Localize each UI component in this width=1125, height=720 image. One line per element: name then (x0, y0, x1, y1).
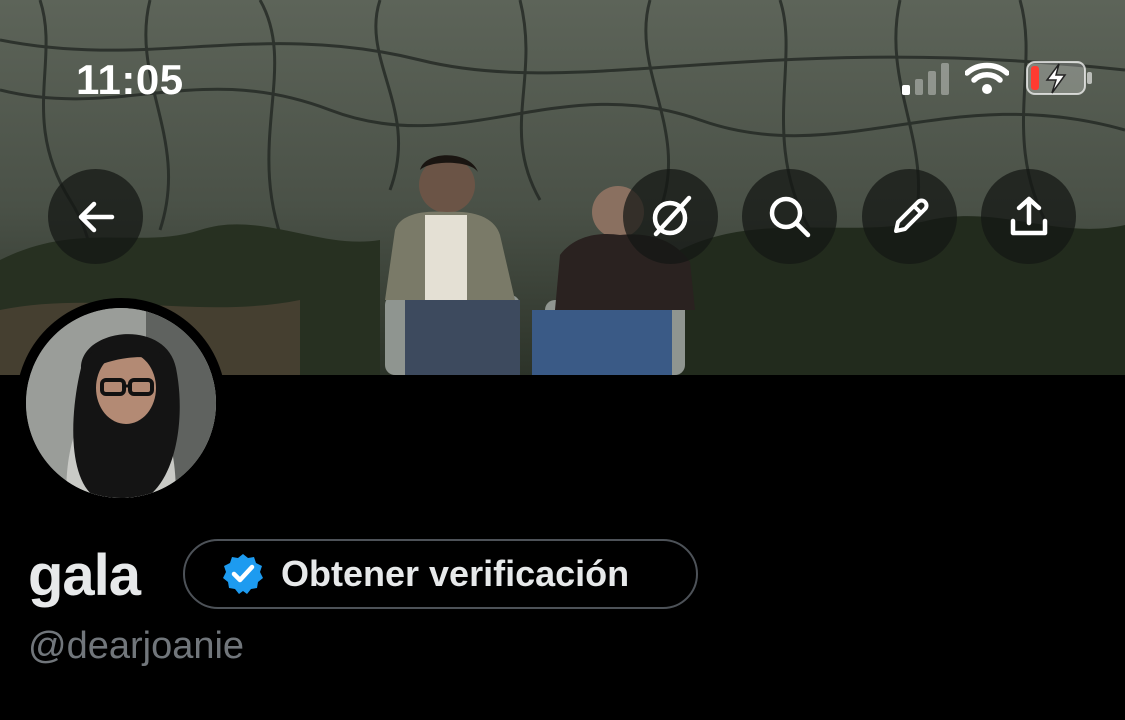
share-button[interactable] (981, 169, 1076, 264)
share-icon (1010, 196, 1047, 235)
status-time: 11:05 (76, 56, 184, 103)
verified-badge-icon (223, 554, 263, 594)
display-name: gala (28, 543, 141, 608)
cellular-signal-icon (902, 61, 949, 95)
battery-charging-icon (1026, 61, 1092, 95)
search-icon (769, 196, 810, 237)
back-button[interactable] (48, 169, 143, 264)
grok-icon (652, 195, 691, 236)
status-icons (902, 60, 1095, 96)
arrow-left-icon (78, 201, 114, 232)
edit-button[interactable] (862, 169, 957, 264)
pencil-icon (893, 198, 928, 233)
user-handle: @dearjoanie (28, 625, 245, 667)
avatar-image (26, 308, 216, 498)
search-button[interactable] (742, 169, 837, 264)
wifi-icon (965, 62, 1009, 94)
avatar[interactable] (16, 298, 226, 508)
get-verified-button[interactable]: Obtener verificación (183, 539, 698, 609)
get-verified-label: Obtener verificación (281, 553, 630, 594)
grok-button[interactable] (623, 169, 718, 264)
